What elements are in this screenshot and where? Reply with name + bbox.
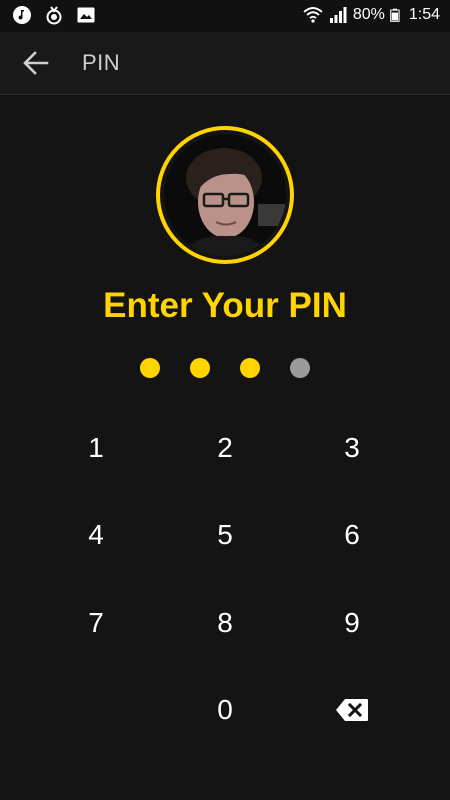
image-notification-icon [77,7,95,23]
pin-indicator [140,358,310,378]
key-6[interactable]: 6 [288,492,416,578]
numeric-keypad: 1 2 3 4 5 6 7 8 9 0 [32,405,418,755]
system-status: 80% 1:54 [303,5,440,25]
key-label: 3 [344,432,360,463]
backspace-button[interactable] [288,667,416,753]
key-0[interactable]: 0 [161,667,289,753]
pin-dot-3 [240,358,260,378]
key-9[interactable]: 9 [288,580,416,666]
key-label: 2 [217,432,233,463]
app-bar: PIN [0,32,450,95]
key-5[interactable]: 5 [161,492,289,578]
page-title: PIN [82,50,121,75]
notification-icons [12,5,96,25]
key-label: 6 [344,519,360,550]
key-label: 7 [88,607,104,638]
key-label: 5 [217,519,233,550]
status-bar: 80% 1:54 [0,0,450,32]
wifi-icon [303,7,323,23]
key-label: 1 [88,432,104,463]
key-4[interactable]: 4 [32,492,160,578]
profile-photo [164,134,286,256]
music-notification-icon [13,6,31,24]
profile-avatar [156,126,294,264]
pin-dot-4 [290,358,310,378]
key-label: 8 [217,607,233,638]
back-button[interactable] [18,45,54,81]
enter-pin-heading: Enter Your PIN [103,286,347,325]
key-label: 4 [88,519,104,550]
signal-icon [329,7,347,23]
key-1[interactable]: 1 [32,405,160,491]
pin-lock-screen: 80% 1:54 PIN Enter Your PIN 1 2 3 4 5 6 … [0,0,450,800]
battery-icon [390,8,400,22]
key-3[interactable]: 3 [288,405,416,491]
key-2[interactable]: 2 [161,405,289,491]
battery-percent: 80% [352,6,385,23]
backspace-icon [336,699,368,721]
key-empty [32,667,160,753]
pin-dot-1 [140,358,160,378]
location-notification-icon [46,6,62,25]
key-8[interactable]: 8 [161,580,289,666]
key-label: 0 [217,694,233,725]
clock: 1:54 [408,6,440,23]
key-7[interactable]: 7 [32,580,160,666]
arrow-left-icon [23,51,49,75]
pin-dot-2 [190,358,210,378]
key-label: 9 [344,607,360,638]
